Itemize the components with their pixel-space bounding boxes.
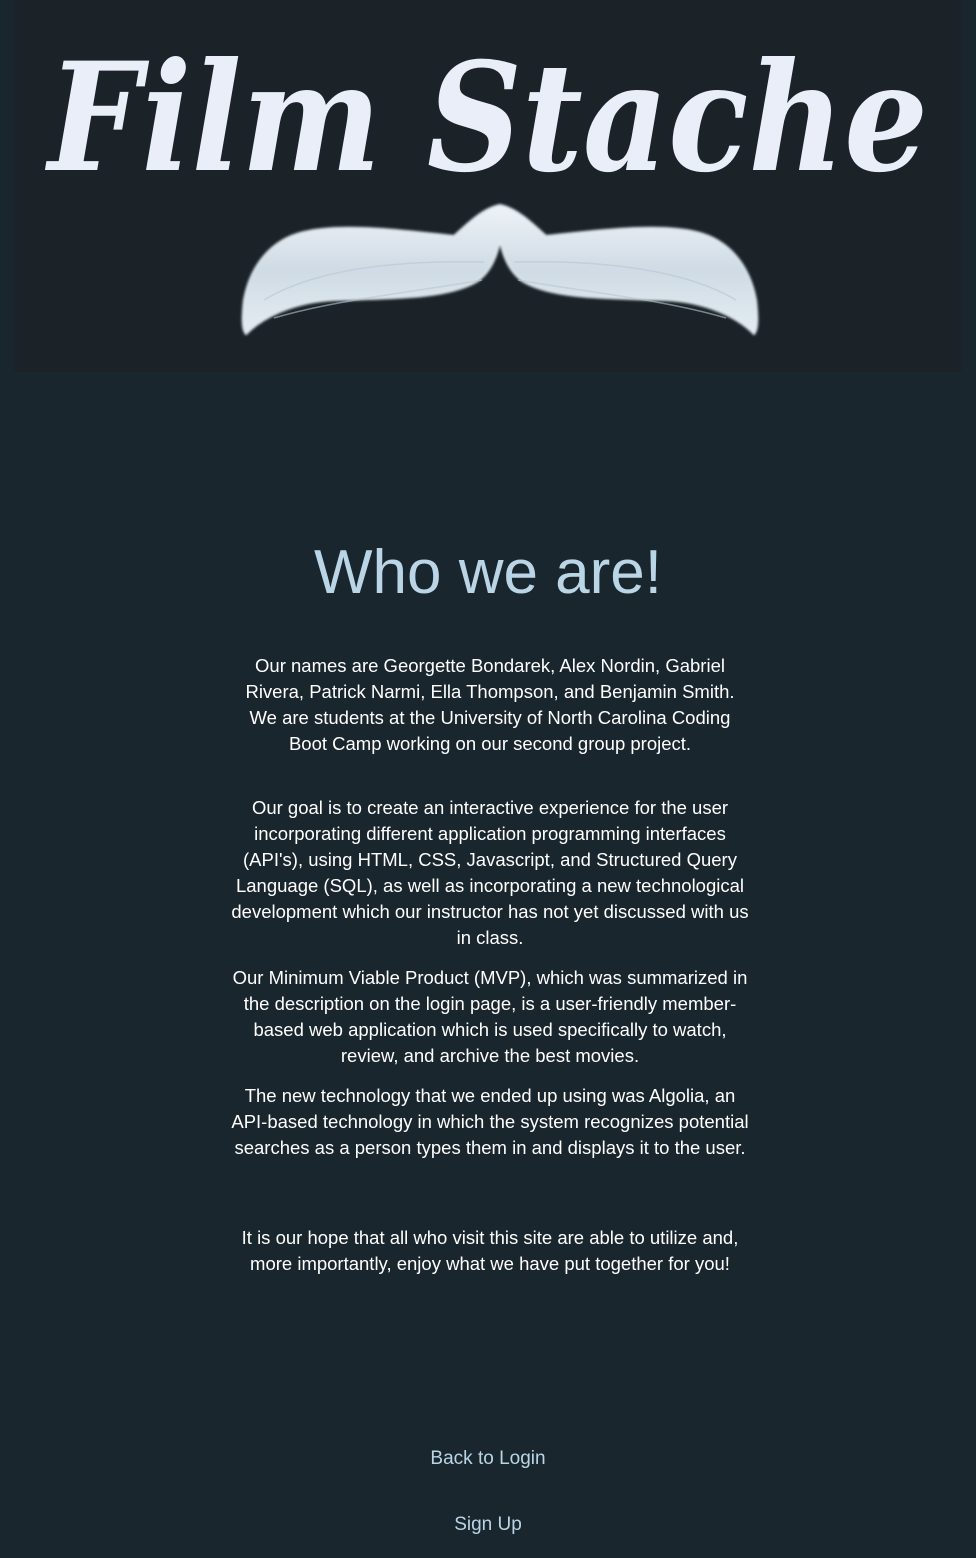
header-banner: Film Stache <box>14 0 962 372</box>
sign-up-link[interactable]: Sign Up <box>0 1513 976 1537</box>
goal-paragraph: Our goal is to create an interactive exp… <box>231 797 749 948</box>
intro-paragraph: Our names are Georgette Bondarek, Alex N… <box>245 655 735 754</box>
back-to-login-link[interactable]: Back to Login <box>0 1447 976 1471</box>
mustache-icon <box>241 203 759 336</box>
technology-paragraph: The new technology that we ended up usin… <box>231 1085 749 1158</box>
page-title: Who we are! <box>313 538 663 607</box>
mvp-paragraph: Our Minimum Viable Product (MVP), which … <box>232 967 748 1066</box>
logo: Film Stache <box>44 30 928 336</box>
logo-wordmark: Film Stache <box>44 30 928 206</box>
closing-paragraph: It is our hope that all who visit this s… <box>241 1227 739 1274</box>
